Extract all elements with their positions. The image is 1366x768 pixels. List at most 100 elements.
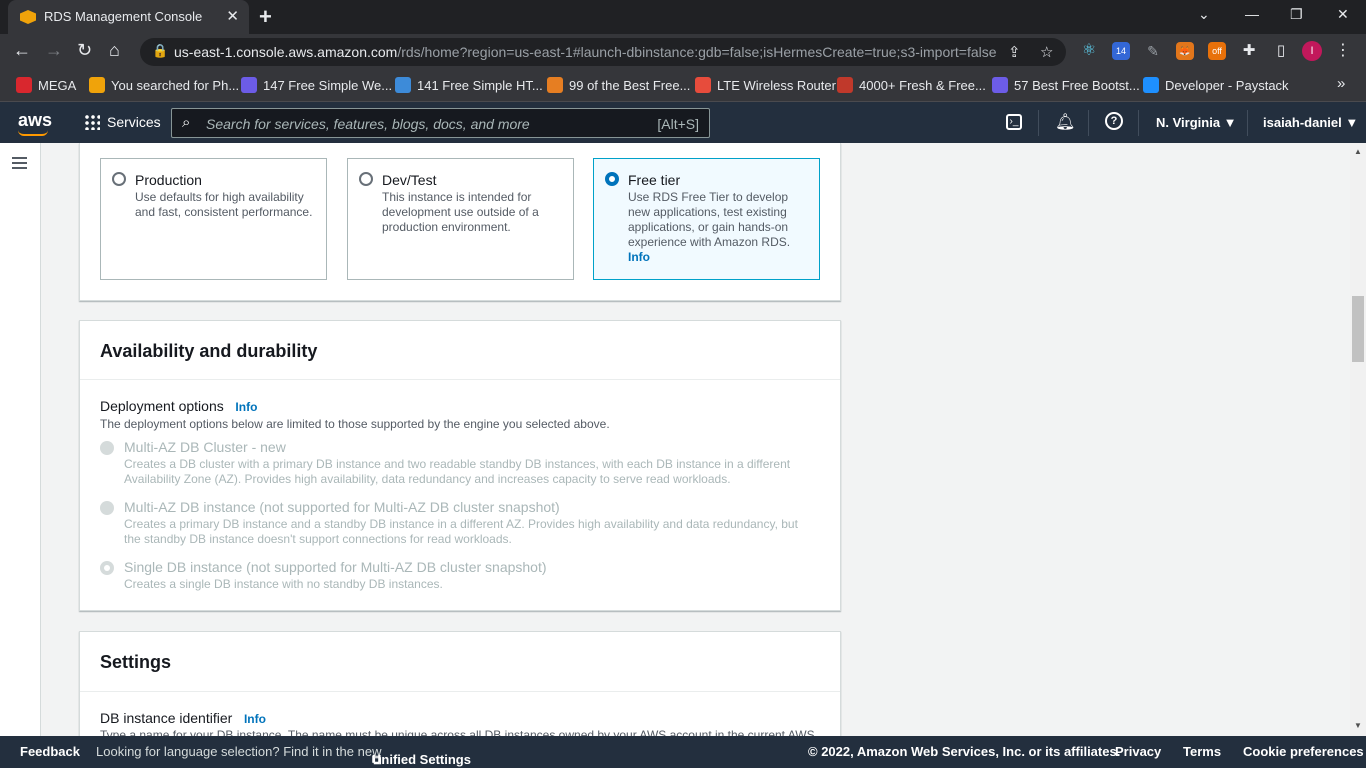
tab-close-icon[interactable]: ✕ <box>226 7 239 25</box>
bookmark-item[interactable]: 141 Free Simple HT... <box>395 77 543 93</box>
help-icon[interactable]: ? <box>1105 112 1123 130</box>
radio-multi-az-instance[interactable] <box>100 501 114 515</box>
account-menu[interactable]: isaiah-daniel ▼ <box>1263 115 1358 130</box>
address-bar[interactable]: 🔒 us-east-1.console.aws.amazon.com/rds/h… <box>140 38 1066 66</box>
deployment-options-label: Deployment options Info <box>100 398 258 414</box>
feedback-link[interactable]: Feedback <box>20 744 80 759</box>
aws-cube-icon <box>20 10 36 24</box>
section-heading: Settings <box>100 652 172 672</box>
notifications-bell-icon[interactable]: 🔔︎ <box>1055 112 1075 132</box>
back-arrow-icon[interactable]: ← <box>13 40 31 61</box>
mega-icon <box>16 77 32 93</box>
bookmark-item[interactable]: 57 Best Free Bootst... <box>992 77 1140 93</box>
copyright-text: © 2022, Amazon Web Services, Inc. or its… <box>808 744 1121 759</box>
bookmark-item[interactable]: 99 of the Best Free... <box>547 77 690 93</box>
bookmark-item[interactable]: Developer - Paystack <box>1143 77 1289 93</box>
search-placeholder: Search for services, features, blogs, do… <box>206 116 530 132</box>
services-menu-button[interactable]: Services <box>84 114 161 130</box>
radio-production[interactable] <box>112 172 126 186</box>
bookmark-favicon-icon <box>89 77 105 93</box>
bookmark-favicon-icon <box>395 77 411 93</box>
info-link[interactable]: Info <box>628 250 650 264</box>
terms-link[interactable]: Terms <box>1183 744 1221 759</box>
reload-icon[interactable]: ↻ <box>77 40 92 61</box>
tab-title: RDS Management Console <box>44 9 203 24</box>
privacy-link[interactable]: Privacy <box>1115 744 1161 759</box>
bookmark-favicon-icon <box>547 77 563 93</box>
header-divider <box>1247 110 1248 136</box>
bookmark-item[interactable]: MEGA <box>16 77 76 93</box>
template-card-devtest[interactable]: Dev/Test This instance is intended for d… <box>347 158 574 280</box>
profile-avatar[interactable]: I <box>1302 41 1322 61</box>
bookmark-item[interactable]: You searched for Ph... <box>89 77 239 93</box>
side-panel-icon[interactable]: ▯ <box>1272 42 1290 60</box>
tab-search-chevron-icon[interactable]: ⌄ <box>1198 6 1210 23</box>
hamburger-menu-icon[interactable] <box>12 157 27 169</box>
card-title: Production <box>135 172 202 188</box>
external-link-icon: ⧉ <box>372 752 382 767</box>
pen-icon[interactable]: ✎ <box>1144 42 1162 60</box>
card-title: Dev/Test <box>382 172 437 188</box>
scroll-down-icon[interactable]: ▼ <box>1354 721 1362 730</box>
option-description: Creates a DB cluster with a primary DB i… <box>124 457 791 486</box>
url-text: us-east-1.console.aws.amazon.com/rds/hom… <box>174 44 997 60</box>
react-devtools-icon[interactable]: ⚛ <box>1080 42 1098 60</box>
option-title: Multi-AZ DB Cluster - new <box>124 439 286 455</box>
header-divider <box>1138 110 1139 136</box>
option-description: Creates a primary DB instance and a stan… <box>124 517 798 546</box>
radio-devtest[interactable] <box>359 172 373 186</box>
template-card-free-tier[interactable]: Free tier Use RDS Free Tier to develop n… <box>593 158 820 280</box>
aws-logo[interactable]: aws <box>18 110 52 136</box>
option-title: Multi-AZ DB instance (not supported for … <box>124 499 560 515</box>
scroll-up-icon[interactable]: ▲ <box>1354 147 1362 156</box>
cloudshell-icon[interactable]: ›_ <box>1006 114 1022 130</box>
radio-single-instance[interactable] <box>100 561 114 575</box>
minimize-icon[interactable]: — <box>1245 6 1259 22</box>
search-icon: ⌕ <box>182 114 191 131</box>
lock-icon[interactable]: 🔒 <box>152 43 168 59</box>
search-input[interactable]: ⌕ Search for services, features, blogs, … <box>171 108 710 138</box>
bookmark-item[interactable]: LTE Wireless Router <box>695 77 836 93</box>
card-description: This instance is intended for developmen… <box>382 190 539 234</box>
page-scrollbar[interactable]: ▲ ▼ <box>1350 143 1366 736</box>
info-link[interactable]: Info <box>235 400 257 414</box>
home-icon[interactable]: ⌂ <box>109 40 120 61</box>
settings-panel: Settings DB instance identifier Info Typ… <box>79 631 841 742</box>
radio-free-tier[interactable] <box>605 172 619 186</box>
metamask-icon[interactable]: 🦊 <box>1176 42 1194 60</box>
template-card-production[interactable]: Production Use defaults for high availab… <box>100 158 327 280</box>
bookmark-favicon-icon <box>1143 77 1159 93</box>
bookmarks-bar: MEGA You searched for Ph... 147 Free Sim… <box>0 70 1366 102</box>
option-description: Creates a single DB instance with no sta… <box>124 577 443 591</box>
aws-smile-icon <box>18 130 48 136</box>
card-title: Free tier <box>628 172 681 188</box>
bookmark-item[interactable]: 147 Free Simple We... <box>241 77 392 93</box>
radio-multi-az-cluster[interactable] <box>100 441 114 455</box>
restore-icon[interactable]: ❐ <box>1290 6 1303 23</box>
new-tab-button[interactable]: + <box>259 4 272 30</box>
bookmarks-overflow-icon[interactable]: » <box>1337 75 1345 92</box>
section-divider <box>80 691 840 692</box>
bookmark-item[interactable]: 4000+ Fresh & Free... <box>837 77 986 93</box>
section-heading: Availability and durability <box>100 341 318 361</box>
info-link[interactable]: Info <box>244 712 266 726</box>
extension-badge-icon[interactable]: 14 <box>1112 42 1130 60</box>
region-selector[interactable]: N. Virginia ▼ <box>1156 115 1237 130</box>
close-window-icon[interactable]: ✕ <box>1337 6 1349 23</box>
menu-kebab-icon[interactable]: ⋮ <box>1334 42 1352 60</box>
aws-console-header: aws Services ⌕ Search for services, feat… <box>0 102 1366 143</box>
scrollbar-thumb[interactable] <box>1352 296 1364 362</box>
bookmark-star-icon[interactable]: ☆ <box>1040 43 1053 61</box>
cookie-preferences-link[interactable]: Cookie preferences <box>1243 744 1364 759</box>
browser-tab[interactable]: RDS Management Console ✕ <box>8 0 249 34</box>
bookmark-favicon-icon <box>695 77 711 93</box>
option-title: Single DB instance (not supported for Mu… <box>124 559 547 575</box>
forward-arrow-icon[interactable]: → <box>45 40 63 61</box>
extension-off-icon[interactable]: off <box>1208 42 1226 60</box>
bookmark-favicon-icon <box>992 77 1008 93</box>
grid-icon <box>84 114 100 130</box>
section-divider <box>80 379 840 380</box>
bookmark-favicon-icon <box>837 77 853 93</box>
extensions-puzzle-icon[interactable]: ✚ <box>1240 42 1258 60</box>
share-icon[interactable]: ⇪ <box>1008 43 1021 61</box>
